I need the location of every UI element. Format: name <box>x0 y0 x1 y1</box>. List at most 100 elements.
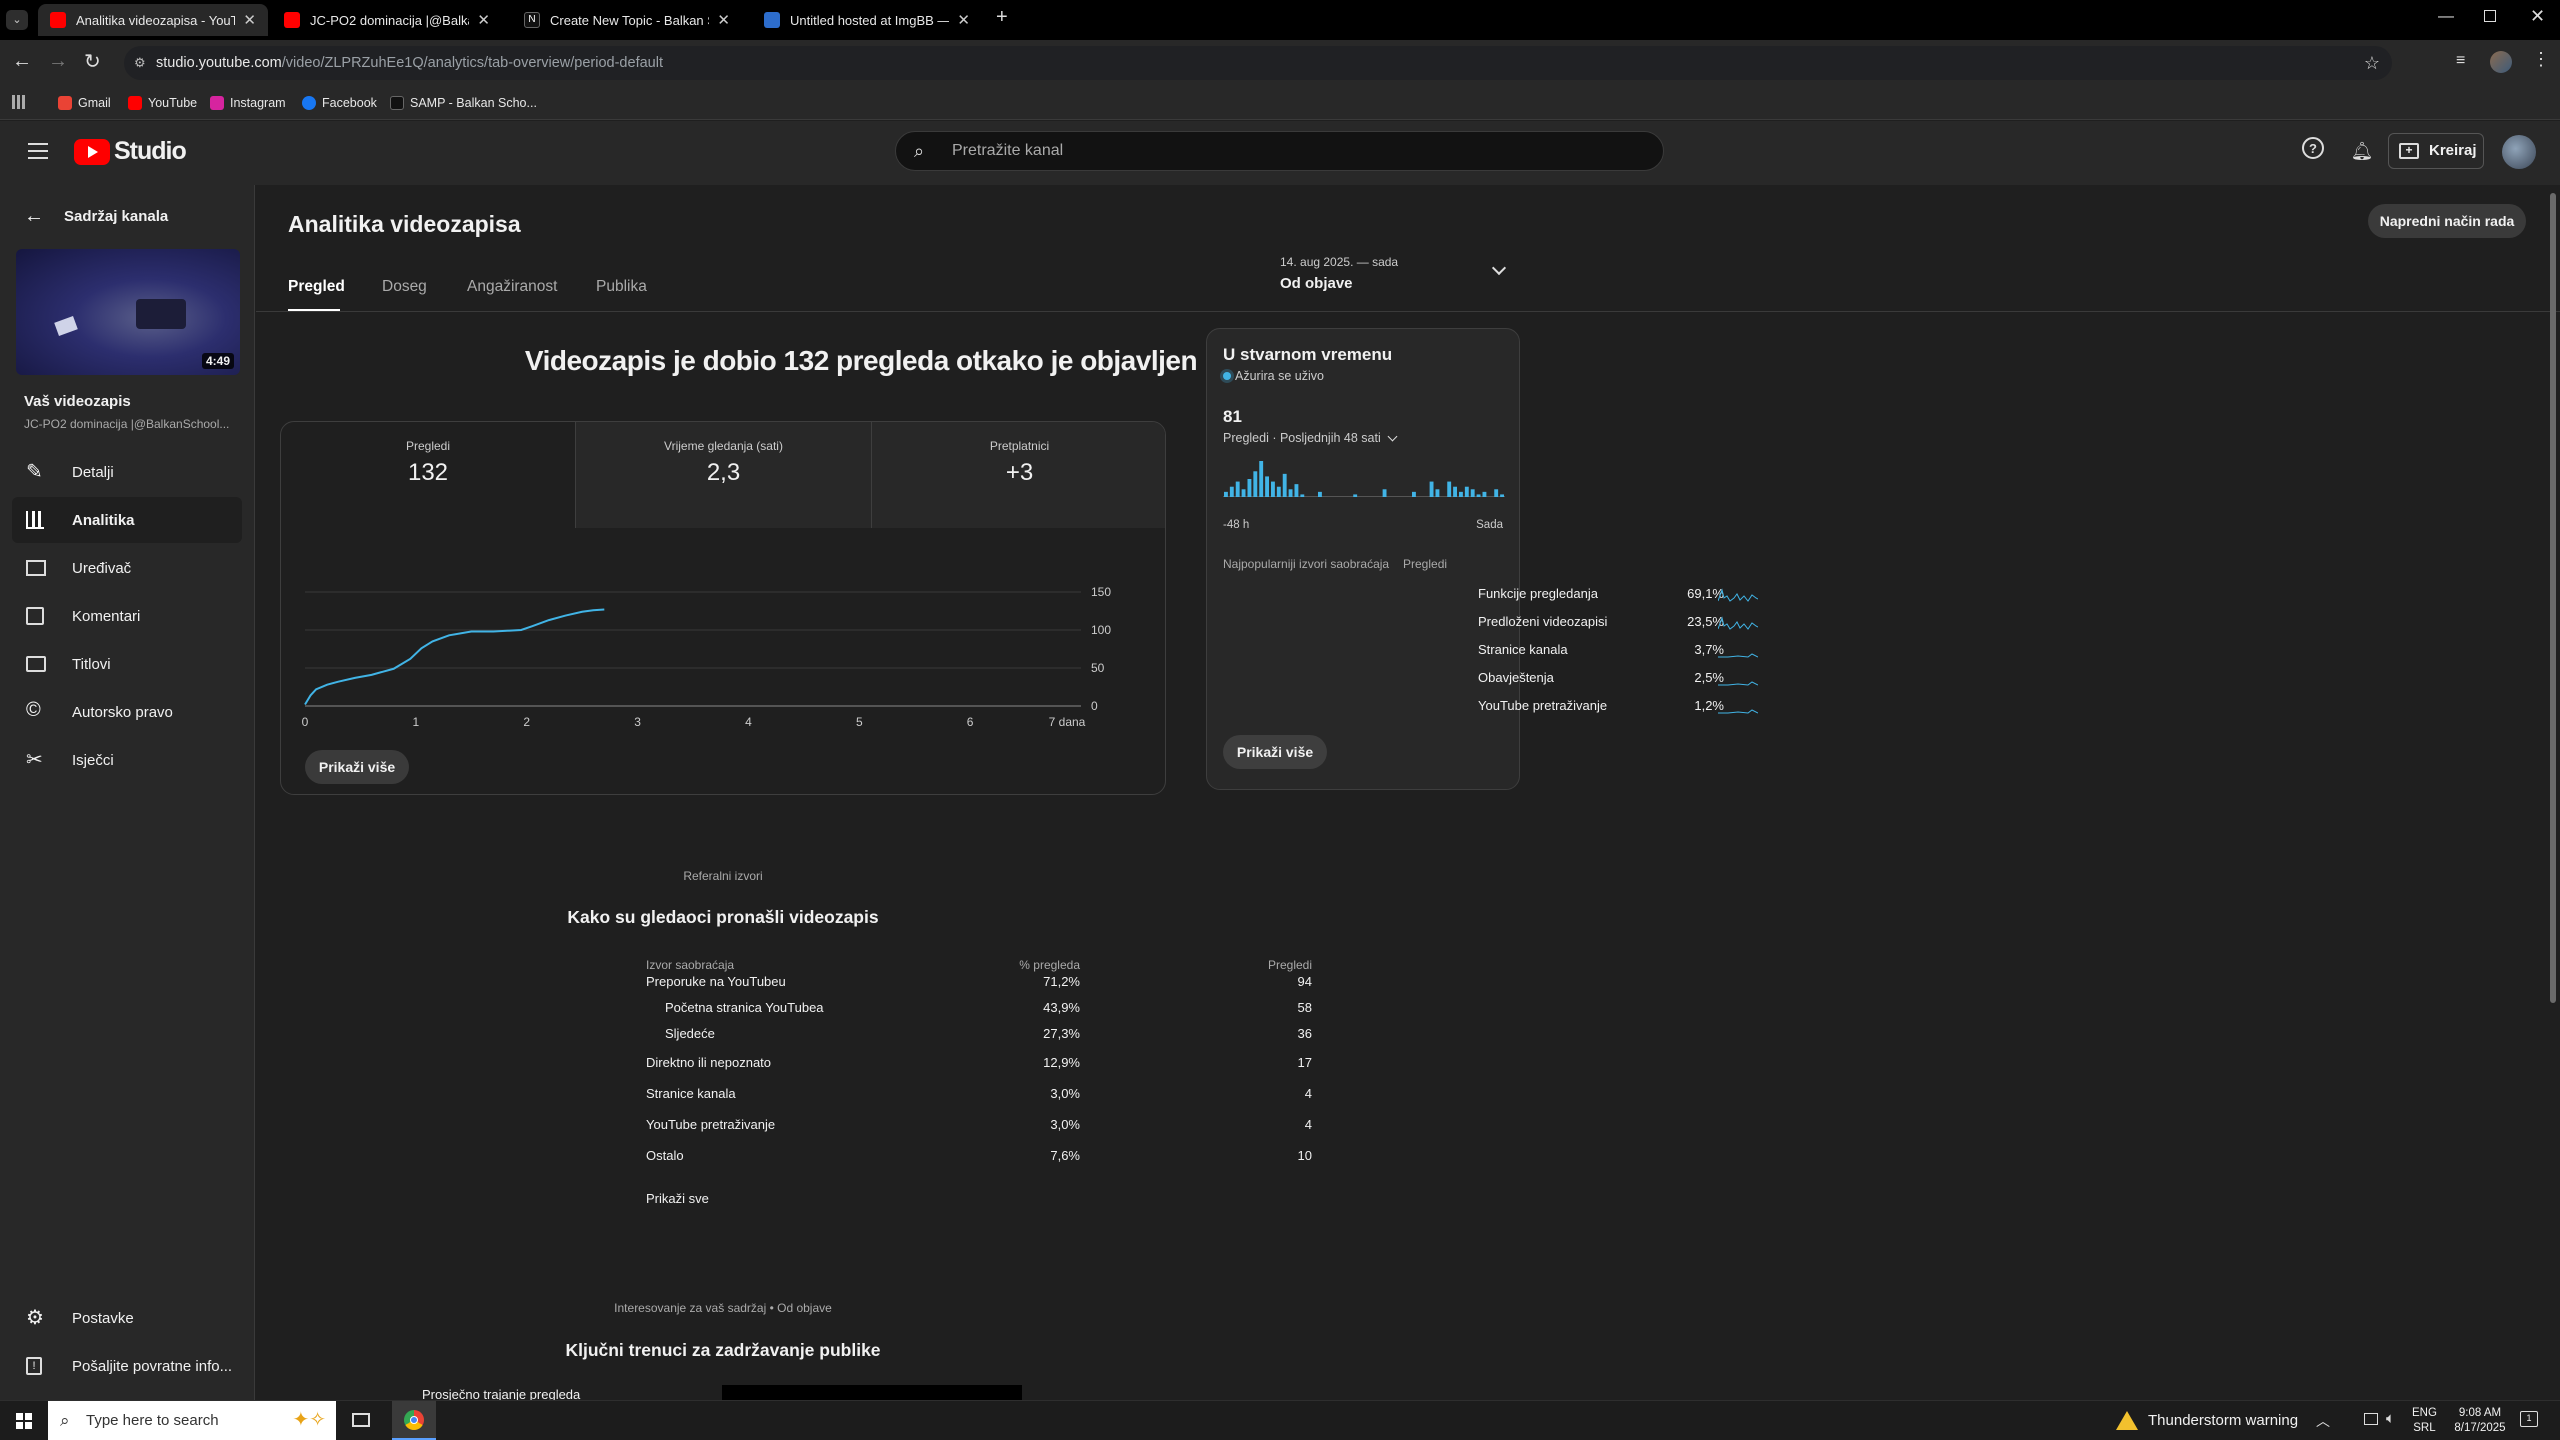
close-icon[interactable]: ✕ <box>243 11 256 29</box>
bookmark-star-icon[interactable]: ☆ <box>2364 46 2380 80</box>
bookmark-youtube[interactable]: YouTube <box>128 86 197 120</box>
sidebar-item-feedback[interactable]: ! Pošaljite povratne info... <box>12 1343 242 1389</box>
retention-title: Ključni trenuci za zadržavanje publike <box>565 1340 881 1360</box>
realtime-source-row[interactable]: Funkcije pregledanja 69,1% <box>1478 582 1758 606</box>
metric-subscribers[interactable]: Pretplatnici +3 <box>871 422 1165 528</box>
sidebar-item-label: Postavke <box>72 1309 134 1327</box>
tab-audience[interactable]: Publika <box>596 278 647 296</box>
browser-tab-2[interactable]: JC-PO2 dominacija |@BalkanSc ✕ <box>272 4 502 36</box>
traffic-row[interactable]: YouTube pretraživanje 3,0% 4 <box>646 1113 1312 1137</box>
close-icon[interactable]: ✕ <box>957 11 970 29</box>
browser-menu-icon[interactable]: ⋮ <box>2532 49 2550 70</box>
weather-widget[interactable]: Thunderstorm warning <box>2116 1411 2298 1430</box>
restore-button[interactable] <box>2484 10 2496 22</box>
notifications-bell-icon[interactable]: 🔔︎ <box>2346 135 2378 167</box>
browser-tab-4[interactable]: Untitled hosted at ImgBB — Im ✕ <box>752 4 982 36</box>
traffic-row[interactable]: Direktno ili nepoznato 12,9% 17 <box>646 1051 1312 1075</box>
channel-avatar[interactable] <box>2502 135 2536 169</box>
traffic-row[interactable]: Ostalo 7,6% 10 <box>646 1144 1312 1168</box>
realtime-show-more-button[interactable]: Prikaži više <box>1223 735 1327 769</box>
create-video-icon: + <box>2399 143 2419 159</box>
volume-icon[interactable]: 🔈︎ <box>2386 1410 2395 1427</box>
realtime-bar <box>1459 491 1463 497</box>
tray-chevron-icon[interactable]: ︿ <box>2316 1411 2330 1431</box>
realtime-period-selector[interactable]: Pregledi · Posljednjih 48 sati <box>1223 431 1398 445</box>
realtime-x-end: Sada <box>1476 519 1503 531</box>
notifications-icon[interactable]: 1 <box>2520 1411 2538 1427</box>
network-icon[interactable] <box>2364 1413 2378 1425</box>
help-icon[interactable]: ? <box>2302 137 2324 159</box>
bookmark-gmail[interactable]: Gmail <box>58 86 111 120</box>
taskbar-search-placeholder: Type here to search <box>86 1412 219 1429</box>
sidebar-item-subtitles[interactable]: Titlovi <box>12 641 242 687</box>
views-line-chart: 0 50 100 150 0 1 2 3 4 5 6 7 dana <box>302 585 1112 729</box>
show-more-button[interactable]: Prikaži više <box>305 750 409 784</box>
realtime-source-row[interactable]: Obavještenja 2,5% <box>1478 666 1758 690</box>
close-window-button[interactable]: ✕ <box>2530 6 2545 27</box>
metric-label: Vrijeme gledanja (sati) <box>664 439 783 453</box>
media-controls-icon[interactable]: ≡ <box>2456 52 2465 70</box>
browser-tab-1[interactable]: Analitika videozapisa - YouTube ✕ <box>38 4 268 36</box>
tab-search-button[interactable]: ⌄ <box>6 10 28 30</box>
bookmark-instagram[interactable]: Instagram <box>210 86 286 120</box>
profile-avatar-icon[interactable] <box>2490 51 2512 73</box>
address-bar[interactable]: ⚙ studio.youtube.com/video/ZLPRZuhEe1Q/a… <box>124 46 2392 80</box>
source-sparkline <box>1718 681 1758 686</box>
close-icon[interactable]: ✕ <box>477 11 490 29</box>
site-info-icon[interactable]: ⚙ <box>134 46 146 80</box>
metric-views[interactable]: Pregledi 132 <box>281 422 575 528</box>
forward-arrow-icon[interactable]: → <box>48 50 68 73</box>
windows-start-icon[interactable] <box>16 1413 32 1429</box>
bookmark-facebook[interactable]: Facebook <box>302 86 377 120</box>
clock-time: 9:08 AM <box>2458 1407 2502 1419</box>
realtime-source-row[interactable]: Predloženi videozapisi 23,5% <box>1478 610 1758 634</box>
new-tab-button[interactable]: + <box>996 6 1008 29</box>
studio-logo[interactable]: Studio <box>74 137 187 166</box>
metric-watch-time[interactable]: Vrijeme gledanja (sati) 2,3 <box>575 422 871 528</box>
youtube-favicon-icon <box>284 12 300 28</box>
sidebar-item-settings[interactable]: ⚙ Postavke <box>12 1295 242 1341</box>
realtime-source-row[interactable]: YouTube pretraživanje 1,2% <box>1478 694 1758 718</box>
x-tick-label: 1 <box>413 715 420 729</box>
back-label: Sadržaj kanala <box>64 208 169 225</box>
tab-overview[interactable]: Pregled <box>288 278 345 296</box>
show-all-link[interactable]: Prikaži sve <box>646 1191 709 1206</box>
traffic-row[interactable]: Stranice kanala 3,0% 4 <box>646 1082 1312 1106</box>
page-scrollbar[interactable] <box>2550 193 2556 1003</box>
clock[interactable]: 9:08 AM 8/17/2025 <box>2450 1406 2510 1436</box>
close-icon[interactable]: ✕ <box>717 11 730 29</box>
traffic-row[interactable]: Preporuke na YouTubeu 71,2% 94 <box>646 970 1312 994</box>
realtime-bar <box>1235 481 1240 497</box>
sidebar-item-copyright[interactable]: © Autorsko pravo <box>12 689 242 735</box>
browser-tab-3[interactable]: N Create New Topic - Balkan Scho ✕ <box>512 4 742 36</box>
reload-icon[interactable]: ↻ <box>84 49 101 74</box>
back-arrow-icon[interactable]: ← <box>12 50 32 73</box>
sidebar-item-editor[interactable]: Uređivač <box>12 545 242 591</box>
minimize-button[interactable]: — <box>2438 8 2454 26</box>
language-indicator[interactable]: ENG SRL <box>2412 1406 2437 1436</box>
sidebar-item-details[interactable]: ✎ Detalji <box>12 449 242 495</box>
video-thumbnail[interactable]: 4:49 <box>16 249 240 375</box>
realtime-source-row[interactable]: Stranice kanala 3,7% <box>1478 638 1758 662</box>
back-to-content[interactable]: ← Sadržaj kanala <box>24 205 168 228</box>
apps-grid-icon[interactable] <box>12 95 26 109</box>
traffic-row[interactable]: Početna stranica YouTubea 43,9% 58 <box>646 996 1312 1020</box>
url-path: /video/ZLPRZuhEe1Q/analytics/tab-overvie… <box>281 55 663 71</box>
date-range-selector[interactable]: 14. aug 2025. — sada Od objave <box>1280 255 1507 299</box>
bookmark-samp[interactable]: SAMP - Balkan Scho... <box>390 86 537 120</box>
tab-reach[interactable]: Doseg <box>382 278 427 296</box>
advanced-mode-button[interactable]: Napredni način rada <box>2368 204 2526 238</box>
hamburger-menu-icon[interactable] <box>28 143 48 159</box>
search-input[interactable]: ⌕ Pretražite kanal <box>895 131 1664 171</box>
sidebar-item-analytics[interactable]: Analitika <box>12 497 242 543</box>
sidebar-item-clips[interactable]: ✂ Isječci <box>12 737 242 783</box>
sidebar-item-label: Analitika <box>72 511 135 529</box>
chrome-taskbar-icon[interactable] <box>392 1401 436 1440</box>
task-view-icon[interactable] <box>352 1413 370 1427</box>
realtime-bar <box>1265 476 1269 497</box>
sidebar-item-comments[interactable]: Komentari <box>12 593 242 639</box>
taskbar-search-input[interactable]: ⌕ Type here to search ✦✧ <box>48 1401 336 1440</box>
tab-engagement[interactable]: Angažiranost <box>467 278 557 296</box>
traffic-row[interactable]: Sljedeće 27,3% 36 <box>646 1022 1312 1046</box>
create-button[interactable]: + Kreiraj <box>2388 133 2484 169</box>
